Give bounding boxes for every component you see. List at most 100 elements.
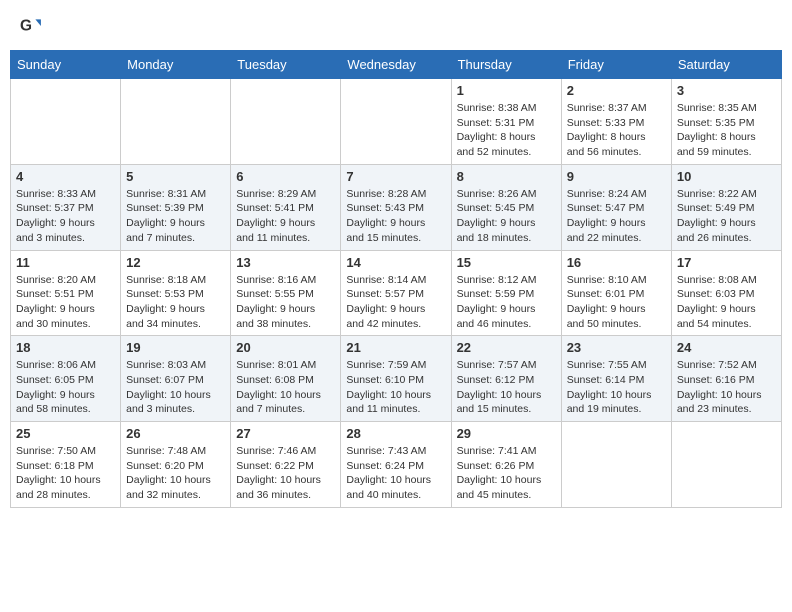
day-number: 25	[16, 426, 115, 441]
svg-text:G: G	[20, 17, 32, 34]
day-info: Sunrise: 8:33 AM Sunset: 5:37 PM Dayligh…	[16, 187, 115, 246]
calendar-week-row: 4 Sunrise: 8:33 AM Sunset: 5:37 PM Daylig…	[11, 164, 782, 250]
day-number: 22	[457, 340, 556, 355]
calendar-cell: 5Sunrise: 8:31 AM Sunset: 5:39 PM Daylig…	[121, 164, 231, 250]
calendar-cell: 4 Sunrise: 8:33 AM Sunset: 5:37 PM Daylig…	[11, 164, 121, 250]
day-info: Sunrise: 8:31 AM Sunset: 5:39 PM Dayligh…	[126, 187, 225, 246]
day-number: 24	[677, 340, 776, 355]
day-number: 14	[346, 255, 445, 270]
day-info: Sunrise: 7:55 AM Sunset: 6:14 PM Dayligh…	[567, 358, 666, 417]
day-number: 17	[677, 255, 776, 270]
day-number: 28	[346, 426, 445, 441]
calendar-cell: 19 Sunrise: 8:03 AM Sunset: 6:07 PM Dayli…	[121, 336, 231, 422]
calendar-cell: 3 Sunrise: 8:35 AM Sunset: 5:35 PM Daylig…	[671, 79, 781, 165]
day-info: Sunrise: 8:12 AM Sunset: 5:59 PM Dayligh…	[457, 273, 556, 332]
calendar-cell: 7Sunrise: 8:28 AM Sunset: 5:43 PM Daylig…	[341, 164, 451, 250]
day-number: 2	[567, 83, 666, 98]
calendar-cell: 12 Sunrise: 8:18 AM Sunset: 5:53 PM Dayli…	[121, 250, 231, 336]
calendar-week-row: 11 Sunrise: 8:20 AM Sunset: 5:51 PM Dayli…	[11, 250, 782, 336]
day-of-week-header: Sunday	[11, 51, 121, 79]
day-number: 15	[457, 255, 556, 270]
day-number: 4	[16, 169, 115, 184]
day-info: Sunrise: 8:22 AM Sunset: 5:49 PM Dayligh…	[677, 187, 776, 246]
day-info: Sunrise: 8:24 AM Sunset: 5:47 PM Dayligh…	[567, 187, 666, 246]
calendar-header-row: SundayMondayTuesdayWednesdayThursdayFrid…	[11, 51, 782, 79]
day-info: Sunrise: 7:59 AM Sunset: 6:10 PM Dayligh…	[346, 358, 445, 417]
logo: G	[20, 15, 46, 37]
day-number: 27	[236, 426, 335, 441]
day-info: Sunrise: 8:28 AM Sunset: 5:43 PM Dayligh…	[346, 187, 445, 246]
day-number: 6	[236, 169, 335, 184]
calendar-cell	[561, 422, 671, 508]
day-info: Sunrise: 7:50 AM Sunset: 6:18 PM Dayligh…	[16, 444, 115, 503]
day-of-week-header: Saturday	[671, 51, 781, 79]
calendar-cell	[121, 79, 231, 165]
calendar-cell: 13Sunrise: 8:16 AM Sunset: 5:55 PM Dayli…	[231, 250, 341, 336]
day-number: 3	[677, 83, 776, 98]
day-number: 13	[236, 255, 335, 270]
day-number: 11	[16, 255, 115, 270]
day-number: 26	[126, 426, 225, 441]
calendar-cell: 16 Sunrise: 8:10 AM Sunset: 6:01 PM Dayli…	[561, 250, 671, 336]
day-info: Sunrise: 8:20 AM Sunset: 5:51 PM Dayligh…	[16, 273, 115, 332]
page-header: G	[10, 10, 782, 42]
calendar-cell: 8 Sunrise: 8:26 AM Sunset: 5:45 PM Daylig…	[451, 164, 561, 250]
calendar-cell: 25 Sunrise: 7:50 AM Sunset: 6:18 PM Dayli…	[11, 422, 121, 508]
day-info: Sunrise: 8:18 AM Sunset: 5:53 PM Dayligh…	[126, 273, 225, 332]
calendar-cell: 15 Sunrise: 8:12 AM Sunset: 5:59 PM Dayli…	[451, 250, 561, 336]
day-info: Sunrise: 8:35 AM Sunset: 5:35 PM Dayligh…	[677, 101, 776, 160]
day-of-week-header: Friday	[561, 51, 671, 79]
day-info: Sunrise: 7:46 AM Sunset: 6:22 PM Dayligh…	[236, 444, 335, 503]
calendar-cell: 14Sunrise: 8:14 AM Sunset: 5:57 PM Dayli…	[341, 250, 451, 336]
calendar-cell: 10 Sunrise: 8:22 AM Sunset: 5:49 PM Dayli…	[671, 164, 781, 250]
calendar-cell: 20 Sunrise: 8:01 AM Sunset: 6:08 PM Dayli…	[231, 336, 341, 422]
calendar-cell	[231, 79, 341, 165]
day-of-week-header: Thursday	[451, 51, 561, 79]
calendar-cell: 2Sunrise: 8:37 AM Sunset: 5:33 PM Daylig…	[561, 79, 671, 165]
day-number: 29	[457, 426, 556, 441]
day-number: 23	[567, 340, 666, 355]
day-info: Sunrise: 8:03 AM Sunset: 6:07 PM Dayligh…	[126, 358, 225, 417]
day-of-week-header: Wednesday	[341, 51, 451, 79]
calendar-cell: 17 Sunrise: 8:08 AM Sunset: 6:03 PM Dayli…	[671, 250, 781, 336]
day-info: Sunrise: 7:52 AM Sunset: 6:16 PM Dayligh…	[677, 358, 776, 417]
calendar-cell: 27 Sunrise: 7:46 AM Sunset: 6:22 PM Dayli…	[231, 422, 341, 508]
day-info: Sunrise: 8:38 AM Sunset: 5:31 PM Dayligh…	[457, 101, 556, 160]
day-number: 16	[567, 255, 666, 270]
calendar-cell: 11 Sunrise: 8:20 AM Sunset: 5:51 PM Dayli…	[11, 250, 121, 336]
calendar-cell	[671, 422, 781, 508]
calendar-week-row: 1Sunrise: 8:38 AM Sunset: 5:31 PM Daylig…	[11, 79, 782, 165]
day-info: Sunrise: 7:48 AM Sunset: 6:20 PM Dayligh…	[126, 444, 225, 503]
day-number: 20	[236, 340, 335, 355]
calendar-table: SundayMondayTuesdayWednesdayThursdayFrid…	[10, 50, 782, 508]
day-info: Sunrise: 7:57 AM Sunset: 6:12 PM Dayligh…	[457, 358, 556, 417]
calendar-cell: 24 Sunrise: 7:52 AM Sunset: 6:16 PM Dayli…	[671, 336, 781, 422]
day-info: Sunrise: 8:10 AM Sunset: 6:01 PM Dayligh…	[567, 273, 666, 332]
calendar-cell: 9 Sunrise: 8:24 AM Sunset: 5:47 PM Daylig…	[561, 164, 671, 250]
calendar-cell: 18 Sunrise: 8:06 AM Sunset: 6:05 PM Dayli…	[11, 336, 121, 422]
calendar-cell: 29 Sunrise: 7:41 AM Sunset: 6:26 PM Dayli…	[451, 422, 561, 508]
day-info: Sunrise: 8:08 AM Sunset: 6:03 PM Dayligh…	[677, 273, 776, 332]
calendar-cell: 22 Sunrise: 7:57 AM Sunset: 6:12 PM Dayli…	[451, 336, 561, 422]
calendar-cell: 6 Sunrise: 8:29 AM Sunset: 5:41 PM Daylig…	[231, 164, 341, 250]
day-number: 10	[677, 169, 776, 184]
day-info: Sunrise: 8:26 AM Sunset: 5:45 PM Dayligh…	[457, 187, 556, 246]
day-number: 19	[126, 340, 225, 355]
calendar-cell: 28Sunrise: 7:43 AM Sunset: 6:24 PM Dayli…	[341, 422, 451, 508]
calendar-cell: 23 Sunrise: 7:55 AM Sunset: 6:14 PM Dayli…	[561, 336, 671, 422]
day-number: 8	[457, 169, 556, 184]
day-info: Sunrise: 8:01 AM Sunset: 6:08 PM Dayligh…	[236, 358, 335, 417]
calendar-cell	[341, 79, 451, 165]
day-of-week-header: Monday	[121, 51, 231, 79]
calendar-cell: 1Sunrise: 8:38 AM Sunset: 5:31 PM Daylig…	[451, 79, 561, 165]
day-number: 12	[126, 255, 225, 270]
day-number: 18	[16, 340, 115, 355]
day-info: Sunrise: 8:06 AM Sunset: 6:05 PM Dayligh…	[16, 358, 115, 417]
day-number: 21	[346, 340, 445, 355]
day-info: Sunrise: 8:29 AM Sunset: 5:41 PM Dayligh…	[236, 187, 335, 246]
calendar-week-row: 25 Sunrise: 7:50 AM Sunset: 6:18 PM Dayli…	[11, 422, 782, 508]
calendar-week-row: 18 Sunrise: 8:06 AM Sunset: 6:05 PM Dayli…	[11, 336, 782, 422]
day-number: 9	[567, 169, 666, 184]
logo-icon: G	[20, 15, 42, 37]
day-info: Sunrise: 7:41 AM Sunset: 6:26 PM Dayligh…	[457, 444, 556, 503]
